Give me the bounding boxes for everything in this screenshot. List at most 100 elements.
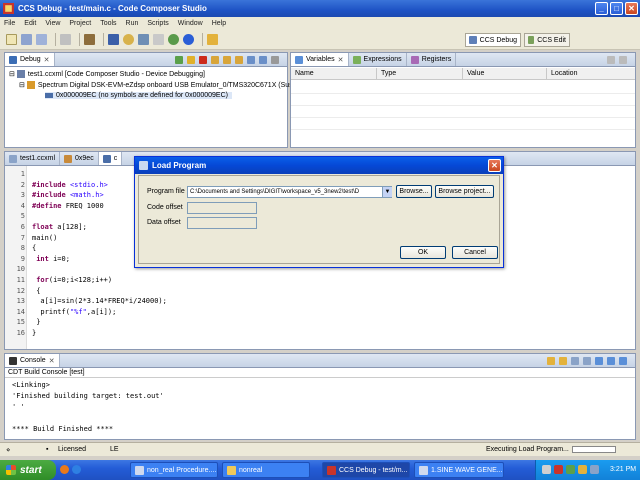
close-icon[interactable]: ✕ — [44, 56, 50, 64]
code-offset-input[interactable] — [187, 202, 257, 214]
new-icon[interactable] — [6, 34, 17, 45]
taskbar-item-sine-wave[interactable]: 1.SINE WAVE GENE... — [414, 462, 504, 478]
taskbar-item-nonreal[interactable]: nonreal — [222, 462, 310, 478]
print-icon[interactable] — [60, 34, 71, 45]
view-menu-icon[interactable] — [271, 55, 279, 64]
save-all-icon[interactable] — [36, 34, 47, 45]
menu-window[interactable]: Window — [178, 20, 203, 27]
target-icon[interactable] — [183, 34, 194, 45]
pin-console-icon[interactable] — [595, 356, 603, 365]
menu-edit[interactable]: Edit — [24, 20, 36, 27]
start-button[interactable]: start — [0, 460, 56, 480]
chevron-down-icon[interactable]: ▼ — [382, 187, 392, 197]
new-console-icon[interactable] — [619, 356, 627, 365]
menu-bar: File Edit View Project Tools Run Scripts… — [0, 17, 640, 30]
dialog-close-button[interactable]: ✕ — [488, 159, 501, 172]
variables-view: Variables ✕ Expressions Registers Name T… — [290, 52, 636, 148]
watch-icon[interactable] — [153, 34, 164, 45]
volume-icon[interactable] — [566, 465, 575, 474]
menu-project[interactable]: Project — [69, 20, 91, 27]
save-icon[interactable] — [21, 34, 32, 45]
column-name[interactable]: Name — [291, 68, 377, 79]
usb-icon[interactable] — [578, 465, 587, 474]
step-return-icon[interactable] — [235, 55, 243, 64]
column-location[interactable]: Location — [547, 68, 635, 79]
document-icon — [419, 465, 428, 475]
data-offset-input[interactable] — [187, 217, 257, 229]
tab-console[interactable]: Console ✕ — [5, 354, 60, 367]
collapse-icon[interactable]: ⊟ — [9, 70, 15, 78]
firefox-icon[interactable] — [60, 465, 69, 474]
tab-disassembly[interactable]: 0x9ec — [60, 152, 99, 165]
progress-bar — [572, 446, 616, 453]
load-program-dialog: Load Program ✕ Program file C:\Documents… — [134, 156, 504, 268]
column-type[interactable]: Type — [377, 68, 463, 79]
line-number: 14 — [16, 307, 25, 316]
menu-scripts[interactable]: Scripts — [147, 20, 168, 27]
collapse-icon[interactable]: ⊟ — [19, 81, 25, 89]
menu-tools[interactable]: Tools — [100, 20, 116, 27]
clock[interactable]: 3:21 PM — [610, 466, 636, 473]
perspective-ccs-debug[interactable]: CCS Debug — [465, 33, 521, 47]
terminate-icon[interactable] — [199, 55, 207, 64]
menu-help[interactable]: Help — [212, 20, 226, 27]
line-number: 4 — [20, 201, 25, 210]
cancel-button[interactable]: Cancel — [452, 246, 498, 259]
menu-view[interactable]: View — [45, 20, 60, 27]
tab-debug[interactable]: Debug ✕ — [5, 53, 55, 66]
ie-icon[interactable] — [72, 465, 81, 474]
arrow-down-icon[interactable] — [547, 356, 555, 365]
pin-icon[interactable] — [207, 34, 218, 45]
search-icon[interactable] — [123, 34, 134, 45]
debug-target-icon[interactable] — [108, 34, 119, 45]
security-icon[interactable] — [554, 465, 563, 474]
tab-expressions[interactable]: Expressions — [349, 53, 407, 66]
code-line: 12 { — [7, 286, 41, 298]
memory-icon[interactable] — [138, 34, 149, 45]
menu-run[interactable]: Run — [126, 20, 139, 27]
display-console-icon[interactable] — [607, 356, 615, 365]
close-button[interactable]: ✕ — [625, 2, 638, 15]
network-icon[interactable] — [542, 465, 551, 474]
reset-icon[interactable] — [247, 55, 255, 64]
browse-project-button[interactable]: Browse project... — [435, 185, 494, 198]
tray-app-icon[interactable] — [590, 465, 599, 474]
browse-button[interactable]: Browse... — [396, 185, 432, 198]
tree-item-frame[interactable]: 0x000009EC (no symbols are defined for 0… — [45, 92, 232, 99]
taskbar-item-ccs[interactable]: CCS Debug - test/m... — [322, 462, 410, 478]
scroll-lock-icon[interactable] — [571, 356, 579, 365]
menu-file[interactable]: File — [4, 20, 15, 27]
line-number: 1 — [20, 170, 25, 178]
tab-main-c[interactable]: c — [98, 152, 123, 165]
maximize-view-icon[interactable] — [619, 55, 627, 64]
tab-registers[interactable]: Registers — [407, 53, 457, 66]
ok-button[interactable]: OK — [400, 246, 446, 259]
minimize-view-icon[interactable] — [607, 55, 615, 64]
close-icon[interactable]: ✕ — [49, 357, 55, 365]
line-number: 16 — [16, 329, 25, 337]
column-value[interactable]: Value — [463, 68, 547, 79]
close-icon[interactable]: ✕ — [338, 56, 344, 64]
perspective-ccs-edit[interactable]: CCS Edit — [524, 33, 570, 47]
code-line: 3 #include <math.h> — [7, 191, 104, 202]
tab-variables[interactable]: Variables ✕ — [291, 53, 349, 66]
suspend-icon[interactable] — [187, 55, 195, 64]
tab-test1-ccxml[interactable]: test1.ccxml — [5, 152, 61, 165]
resume-icon[interactable] — [175, 55, 183, 64]
step-over-icon[interactable] — [223, 55, 231, 64]
console-line: <Linking> — [12, 381, 50, 389]
refresh-icon[interactable] — [168, 34, 179, 45]
minimize-button[interactable]: _ — [595, 2, 608, 15]
maximize-button[interactable]: □ — [610, 2, 623, 15]
tree-item-emulator[interactable]: ⊟ Spectrum Digital DSK-EVM-eZdsp onboard… — [19, 81, 301, 89]
arrow-up-icon[interactable] — [559, 356, 567, 365]
step-into-icon[interactable] — [211, 55, 219, 64]
clear-console-icon[interactable] — [583, 356, 591, 365]
build-icon[interactable] — [84, 34, 95, 45]
tree-item-ccxml[interactable]: ⊟ test1.ccxml [Code Composer Studio - De… — [9, 70, 205, 78]
ccs-app-icon — [3, 3, 14, 14]
program-file-select[interactable]: C:\Documents and Settings\DIGIT\workspac… — [187, 186, 392, 198]
line-number: 12 — [16, 286, 25, 295]
restart-icon[interactable] — [259, 55, 267, 64]
taskbar-item-procedure[interactable]: non_real Procedure.... — [130, 462, 218, 478]
